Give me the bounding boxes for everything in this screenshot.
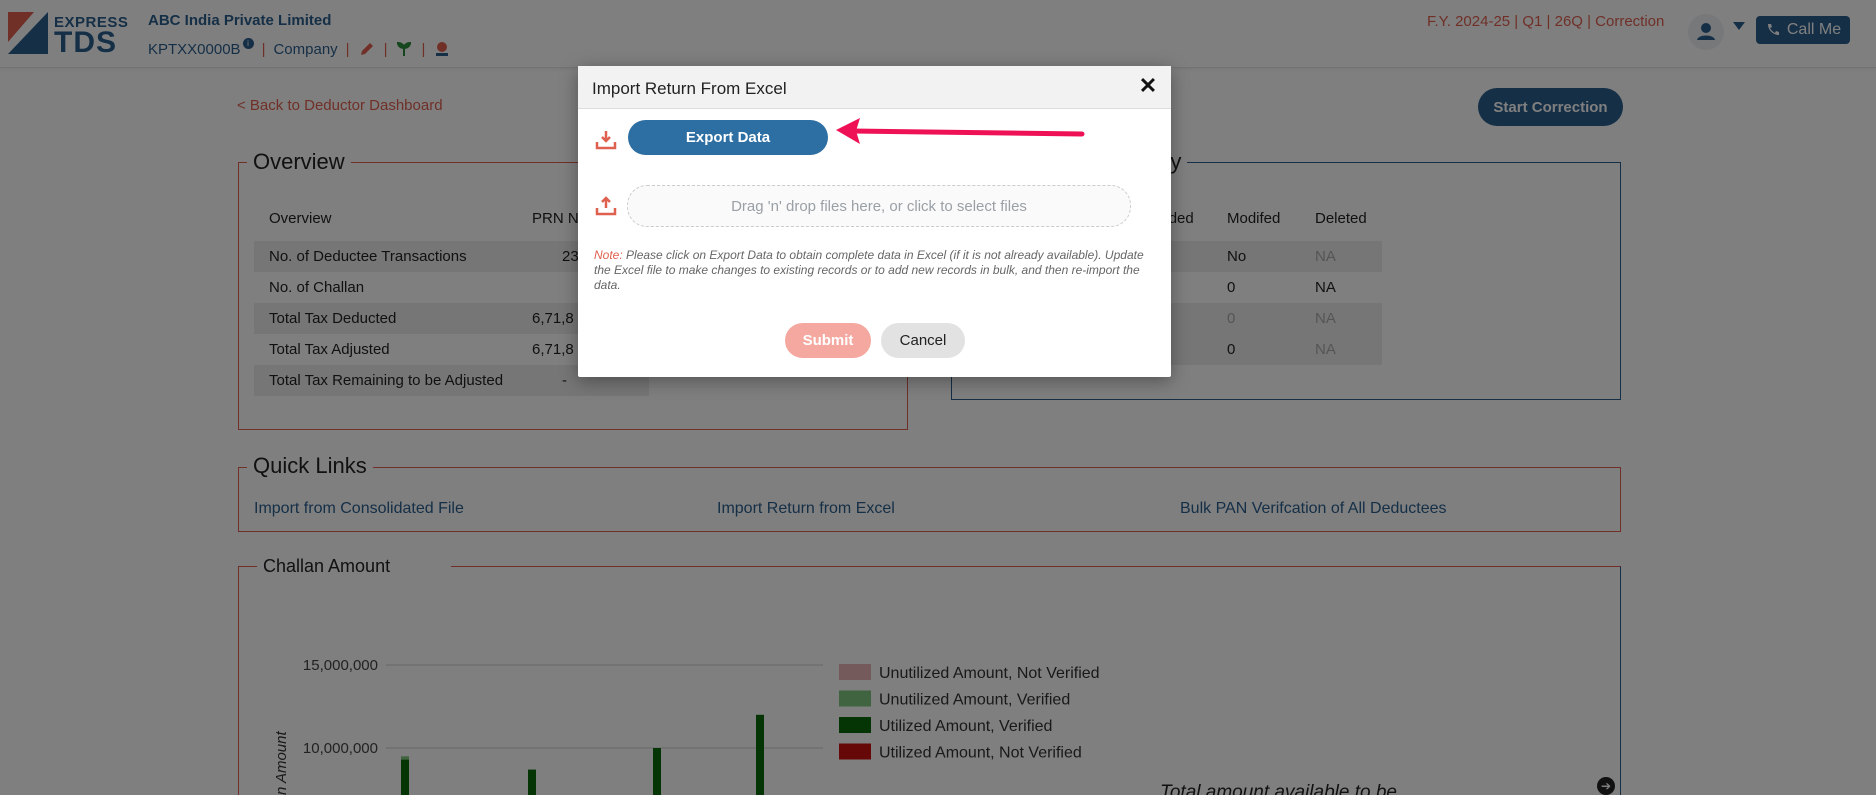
modal-header: Import Return From Excel ✕ xyxy=(578,66,1171,109)
close-icon[interactable]: ✕ xyxy=(1136,74,1160,98)
submit-button[interactable]: Submit xyxy=(785,323,871,358)
note-text: Please click on Export Data to obtain co… xyxy=(594,248,1144,292)
export-data-button[interactable]: Export Data xyxy=(628,120,828,155)
upload-icon xyxy=(595,196,617,216)
cancel-button[interactable]: Cancel xyxy=(881,323,965,358)
download-icon xyxy=(595,131,617,150)
modal-title: Import Return From Excel xyxy=(592,79,787,98)
annotation-arrow xyxy=(836,118,1085,144)
note-label: Note: xyxy=(594,248,623,262)
file-dropzone[interactable]: Drag 'n' drop files here, or click to se… xyxy=(627,185,1131,227)
import-note: Note: Please click on Export Data to obt… xyxy=(594,248,1159,293)
